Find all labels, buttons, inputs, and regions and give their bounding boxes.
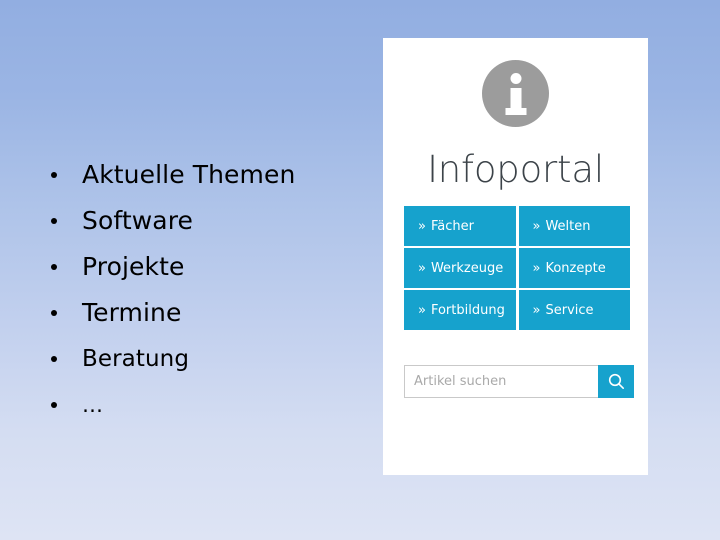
chevron-double-right-icon: » bbox=[418, 260, 426, 276]
chevron-double-right-icon: » bbox=[532, 302, 541, 318]
chevron-double-right-icon: » bbox=[418, 218, 426, 234]
bullet-dot-icon bbox=[51, 218, 57, 224]
chevron-double-right-icon: » bbox=[532, 218, 541, 234]
bullet-item: Beratung bbox=[40, 336, 360, 382]
portal-tile[interactable]: » Fortbildung bbox=[404, 290, 516, 330]
bullet-item-label: … bbox=[82, 393, 104, 417]
bullet-dot-icon bbox=[51, 310, 57, 316]
bullet-dot-icon bbox=[51, 356, 57, 362]
info-icon-container bbox=[383, 60, 648, 132]
search-button[interactable] bbox=[598, 365, 634, 398]
portal-title: Infoportal bbox=[427, 148, 604, 191]
search-icon bbox=[608, 373, 625, 390]
info-circle-icon bbox=[482, 60, 549, 127]
bullet-dot-icon bbox=[51, 172, 57, 178]
info-icon-foot bbox=[505, 108, 526, 115]
portal-tile-label: Werkzeuge bbox=[430, 260, 504, 276]
portal-tile[interactable]: » Konzepte bbox=[518, 248, 630, 288]
search-input[interactable] bbox=[404, 365, 598, 398]
portal-tile-label: Fortbildung bbox=[430, 302, 505, 318]
portal-tile-label: Fächer bbox=[430, 218, 474, 234]
portal-tile-label: Konzepte bbox=[545, 260, 606, 276]
search-row bbox=[404, 365, 634, 398]
bullet-item: … bbox=[40, 382, 360, 428]
bullet-dot-icon bbox=[51, 402, 57, 408]
infoportal-card: Infoportal » Fächer» Welten» Werkzeuge» Konz… bbox=[383, 38, 648, 475]
portal-tile-label: Welten bbox=[545, 218, 591, 234]
bullet-item: Software bbox=[40, 198, 360, 244]
portal-tile-grid: » Fächer» Welten» Werkzeuge» Konzepte» Fortbi… bbox=[404, 206, 630, 330]
bullet-item-label: Beratung bbox=[82, 346, 190, 372]
portal-tile[interactable]: » Service bbox=[518, 290, 630, 330]
bullet-item-label: Termine bbox=[82, 298, 182, 327]
bullet-item: Projekte bbox=[40, 244, 360, 290]
portal-tile[interactable]: » Fächer bbox=[404, 206, 516, 246]
bullet-item-label: Projekte bbox=[82, 252, 185, 281]
bullet-item-label: Aktuelle Themen bbox=[82, 160, 296, 189]
slide-canvas: Aktuelle Themen Software Projekte Termine Be… bbox=[0, 0, 720, 540]
chevron-double-right-icon: » bbox=[418, 302, 426, 318]
bullet-dot-icon bbox=[51, 264, 57, 270]
bullet-item: Aktuelle Themen bbox=[40, 152, 360, 198]
bullet-item: Termine bbox=[40, 290, 360, 336]
bullet-list: Aktuelle Themen Software Projekte Termine Be… bbox=[40, 152, 360, 428]
portal-tile[interactable]: » Werkzeuge bbox=[404, 248, 516, 288]
portal-tile-label: Service bbox=[545, 302, 594, 318]
chevron-double-right-icon: » bbox=[532, 260, 541, 276]
info-icon-dot bbox=[510, 73, 521, 84]
portal-tile[interactable]: » Welten bbox=[518, 206, 630, 246]
bullet-item-label: Software bbox=[82, 206, 194, 235]
